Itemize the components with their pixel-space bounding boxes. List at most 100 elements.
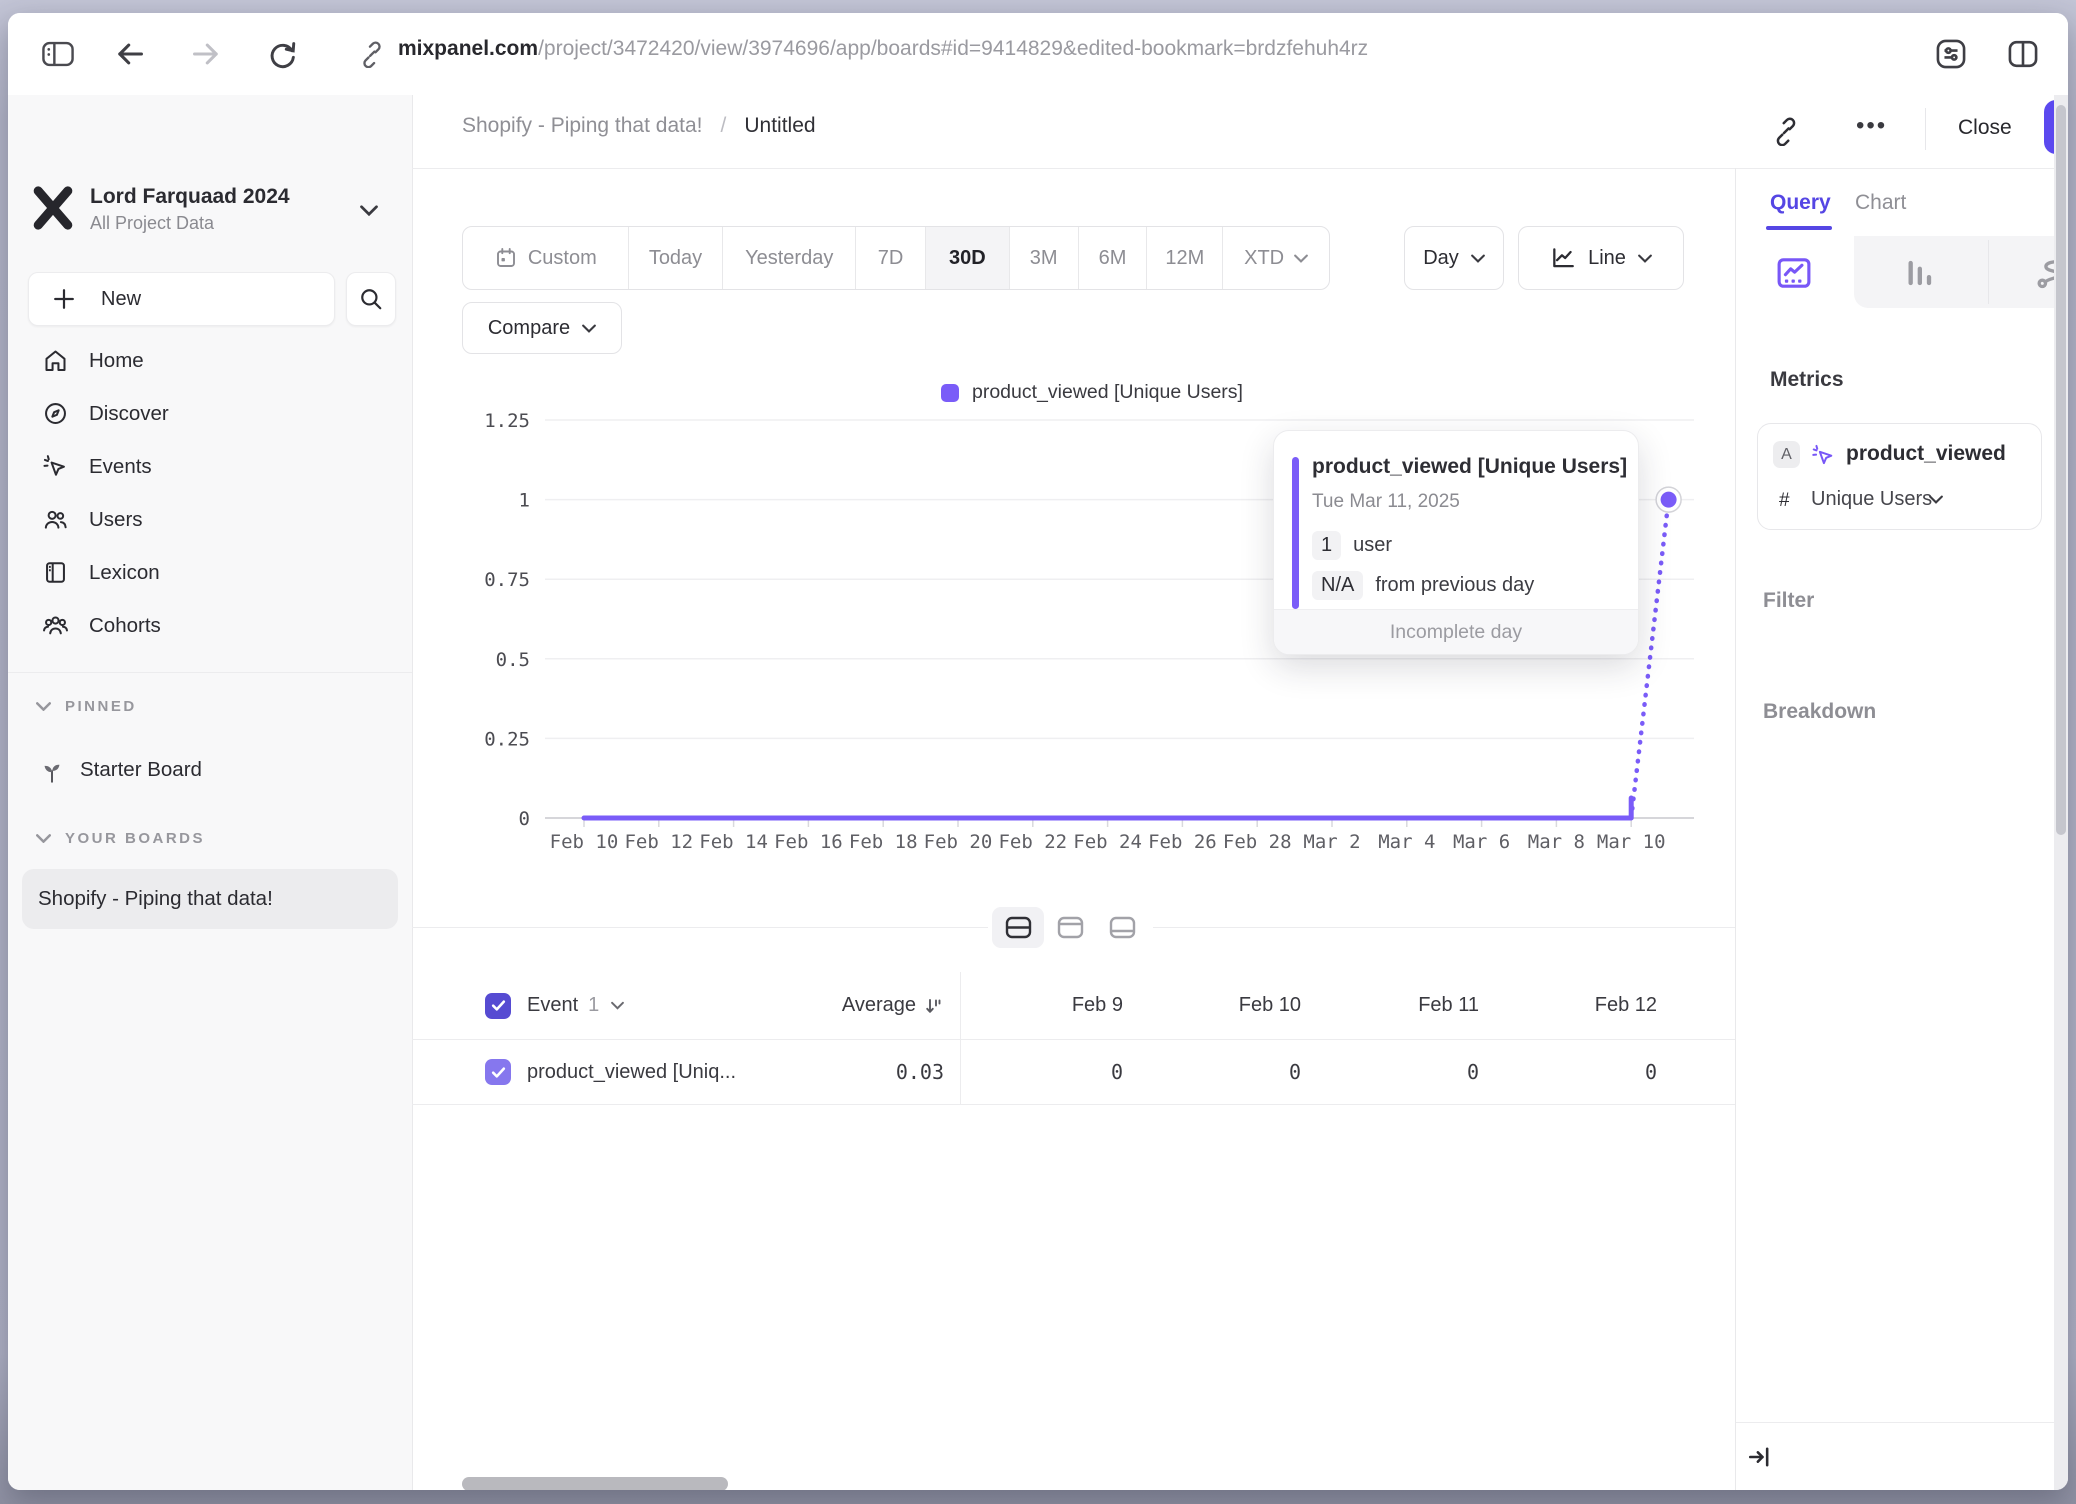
event-count: 1 (588, 994, 599, 1017)
your-boards-label: YOUR BOARDS (65, 830, 205, 847)
query-panel-border (1735, 168, 1736, 1490)
table-column-divider (960, 972, 961, 1105)
url-bar[interactable]: mixpanel.com/project/3472420/view/397469… (398, 37, 1368, 61)
table-cell-value: 0 (1494, 1060, 1672, 1084)
sidebar-item-discover[interactable]: Discover (8, 387, 412, 440)
tooltip-delta: N/A (1312, 571, 1363, 600)
vertical-scrollbar-thumb[interactable] (2056, 105, 2066, 835)
svg-text:0.25: 0.25 (484, 728, 530, 750)
row-average-value: 0.03 (896, 1060, 944, 1084)
sidebar-item-starter-board[interactable]: Starter Board (40, 757, 202, 783)
new-button[interactable]: New (28, 272, 335, 326)
table-date-header[interactable]: Feb 9 (960, 994, 1138, 1017)
sidebar-item-label: Home (89, 349, 144, 373)
event-column-label[interactable]: Event (527, 994, 578, 1017)
range-today[interactable]: Today (629, 227, 724, 289)
chart-type-dropdown[interactable]: Line (1518, 226, 1684, 290)
sidebar-item-board-shopify[interactable]: Shopify - Piping that data! (22, 869, 398, 929)
chart-tooltip: product_viewed [Unique Users] Tue Mar 11… (1273, 430, 1639, 655)
sidebar-item-cohorts[interactable]: Cohorts (8, 599, 412, 652)
view-chart-and-table-icon[interactable] (992, 907, 1044, 948)
collapse-panel-icon[interactable] (1745, 1443, 1773, 1471)
browser-window: mixpanel.com/project/3472420/view/397469… (8, 13, 2068, 1490)
tooltip-footer: Incomplete day (1274, 609, 1638, 654)
tooltip-value: 1 (1312, 531, 1341, 560)
svg-text:Feb 26: Feb 26 (1148, 831, 1217, 853)
table-date-header[interactable]: Feb 11 (1316, 994, 1494, 1017)
row-checkbox[interactable] (485, 1059, 511, 1085)
average-column-label[interactable]: Average (842, 994, 916, 1017)
reload-icon[interactable] (260, 32, 304, 76)
table-cell-value: 0 (960, 1060, 1138, 1084)
page-title[interactable]: Untitled (744, 114, 815, 138)
tab-query[interactable]: Query (1770, 191, 1831, 215)
select-all-checkbox[interactable] (485, 993, 511, 1019)
header-divider (1925, 108, 1926, 150)
new-button-label: New (101, 288, 141, 311)
metrics-section-heading: Metrics (1770, 368, 1844, 392)
insights-chart-tab-icon[interactable] (1774, 254, 1814, 292)
svg-text:1: 1 (519, 490, 530, 512)
project-chevron-down-icon[interactable] (360, 205, 378, 216)
range-custom[interactable]: Custom (463, 227, 629, 289)
svg-text:Feb 22: Feb 22 (998, 831, 1067, 853)
range-xtd[interactable]: XTD (1223, 227, 1329, 289)
sidebar: Lord Farquaad 2024 All Project Data New … (8, 95, 413, 1490)
range-7d[interactable]: 7D (856, 227, 926, 289)
sidebar-item-lexicon[interactable]: Lexicon (8, 546, 412, 599)
forward-icon[interactable] (184, 32, 228, 76)
row-event-name[interactable]: product_viewed [Uniq... (527, 1061, 736, 1084)
sidebar-item-events[interactable]: Events (8, 440, 412, 493)
chevron-down-icon[interactable] (1929, 495, 1943, 504)
pinned-section-header[interactable]: PINNED (36, 698, 137, 715)
svg-text:Feb 24: Feb 24 (1073, 831, 1142, 853)
svg-text:Feb 10: Feb 10 (550, 831, 619, 853)
range-3m[interactable]: 3M (1010, 227, 1079, 289)
search-icon (359, 287, 383, 311)
view-toggle (988, 903, 1153, 952)
browser-sidebar-toggle-icon[interactable] (36, 32, 80, 76)
svg-text:Feb 16: Feb 16 (774, 831, 843, 853)
url-path: /project/3472420/view/3974696/app/boards… (538, 37, 1368, 60)
metric-event-name[interactable]: product_viewed (1846, 442, 2006, 466)
tooltip-value-unit: user (1353, 534, 1392, 557)
range-yesterday[interactable]: Yesterday (723, 227, 856, 289)
breadcrumb: Shopify - Piping that data! / Untitled (462, 114, 816, 138)
page-settings-icon[interactable] (1929, 32, 1973, 76)
range-30d[interactable]: 30D (926, 227, 1010, 289)
copy-link-icon[interactable] (1771, 116, 1801, 146)
metric-type-tabs (1736, 236, 2068, 308)
table-cell-value: 0 (1138, 1060, 1316, 1084)
granularity-dropdown[interactable]: Day (1404, 226, 1504, 290)
split-view-icon[interactable] (2001, 32, 2045, 76)
events-cursor-icon (1811, 443, 1836, 468)
horizontal-scrollbar[interactable] (462, 1477, 728, 1490)
calendar-icon (494, 246, 518, 270)
project-name[interactable]: Lord Farquaad 2024 (90, 185, 290, 209)
breadcrumb-board-name[interactable]: Shopify - Piping that data! (462, 114, 703, 138)
svg-text:0.75: 0.75 (484, 569, 530, 591)
close-button[interactable]: Close (1958, 116, 2012, 140)
date-range-control: Custom Today Yesterday 7D 30D 3M 6M 12M … (462, 226, 1330, 290)
range-6m[interactable]: 6M (1079, 227, 1148, 289)
compare-button[interactable]: Compare (462, 302, 622, 354)
sidebar-item-home[interactable]: Home (8, 334, 412, 387)
more-options-icon[interactable]: ••• (1856, 112, 1887, 140)
table-date-header[interactable]: Feb 10 (1138, 994, 1316, 1017)
svg-text:Mar 10: Mar 10 (1597, 831, 1666, 853)
search-button[interactable] (346, 272, 396, 326)
sidebar-item-users[interactable]: Users (8, 493, 412, 546)
back-icon[interactable] (108, 32, 152, 76)
your-boards-section-header[interactable]: YOUR BOARDS (36, 830, 205, 847)
svg-text:0.5: 0.5 (496, 649, 530, 671)
range-12m[interactable]: 12M (1147, 227, 1223, 289)
funnels-bars-tab-icon[interactable] (1899, 253, 1939, 293)
data-point-marker[interactable] (1661, 492, 1677, 508)
table-date-header[interactable]: Feb 12 (1494, 994, 1672, 1017)
metric-card[interactable]: A product_viewed # Unique Users (1757, 423, 2042, 530)
chevron-down-icon (611, 1001, 624, 1010)
view-table-only-icon[interactable] (1096, 907, 1148, 948)
metric-aggregation[interactable]: Unique Users (1811, 488, 1932, 511)
view-chart-only-icon[interactable] (1044, 907, 1096, 948)
tab-chart[interactable]: Chart (1855, 191, 1906, 215)
